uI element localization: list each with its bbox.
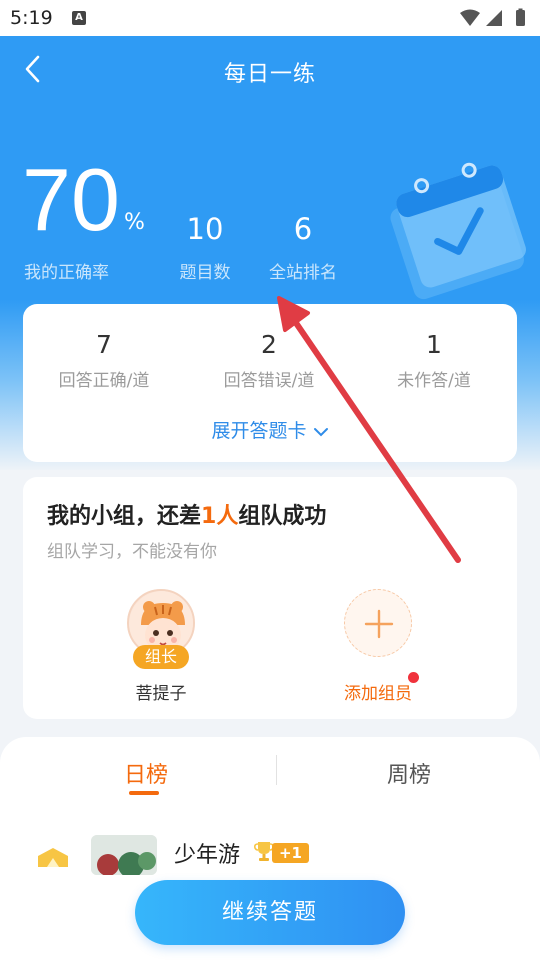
chevron-down-icon [313,427,328,436]
rank-entry-thumbnail[interactable] [91,835,157,875]
site-rank-value: 6 [293,212,313,246]
leader-badge: 组长 [133,645,189,669]
unanswered-count: 1 [426,330,442,359]
rank-entry-name[interactable]: 少年游 [174,837,240,869]
rank-plus-badge: +1 [272,843,309,863]
wrong-count: 2 [261,330,277,359]
signal-icon [486,10,502,26]
wifi-icon [460,9,480,26]
tab-divider [276,755,277,785]
continue-answering-button[interactable]: 继续答题 [135,880,405,945]
tab-weekly[interactable]: 周榜 [339,757,479,789]
question-count-label: 题目数 [179,263,231,283]
leader-name: 菩提子 [135,684,187,704]
notification-dot [408,672,419,683]
expand-answer-card-button[interactable]: 展开答题卡 [23,416,517,443]
correct-label: 回答正确/道 [58,371,150,391]
unanswered-label: 未作答/道 [397,371,471,391]
group-title-highlight: 1人 [201,504,239,529]
page-title: 每日一练 [223,62,316,87]
nav-bar: 每日一练 [0,36,540,104]
status-bar: 5:19 A [0,0,540,36]
wrong-label: 回答错误/道 [223,371,315,391]
add-member-button[interactable] [344,589,412,657]
group-card: 我的小组，还差1人组队成功 组队学习，不能没有你 组长 菩提子 添加组员 [23,477,517,719]
calendar-check-icon [390,162,526,300]
group-title: 我的小组，还差1人组队成功 [47,498,326,530]
notification-a-icon: A [72,11,86,25]
accuracy-value: 70 [22,150,120,249]
group-subtitle: 组队学习，不能没有你 [47,542,217,562]
expand-label: 展开答题卡 [211,420,307,442]
tab-daily[interactable]: 日榜 [76,757,216,789]
accuracy-label: 我的正确率 [24,263,109,283]
rank-crown-icon [38,848,68,867]
accuracy-unit: % [124,210,145,235]
group-title-prefix: 我的小组，还差 [47,504,202,529]
thumbnail-image [91,835,157,875]
answer-stats-card: 7 回答正确/道 2 回答错误/道 1 未作答/道 展开答题卡 [23,304,517,462]
status-time: 5:19 [10,7,53,29]
plus-icon [364,609,394,639]
group-title-suffix: 组队成功 [238,504,327,529]
site-rank-label: 全站排名 [269,263,337,283]
question-count-value: 10 [186,212,224,246]
active-tab-indicator [129,791,159,795]
correct-count: 7 [96,330,112,359]
system-status-icons [460,8,525,26]
battery-icon [516,10,525,26]
